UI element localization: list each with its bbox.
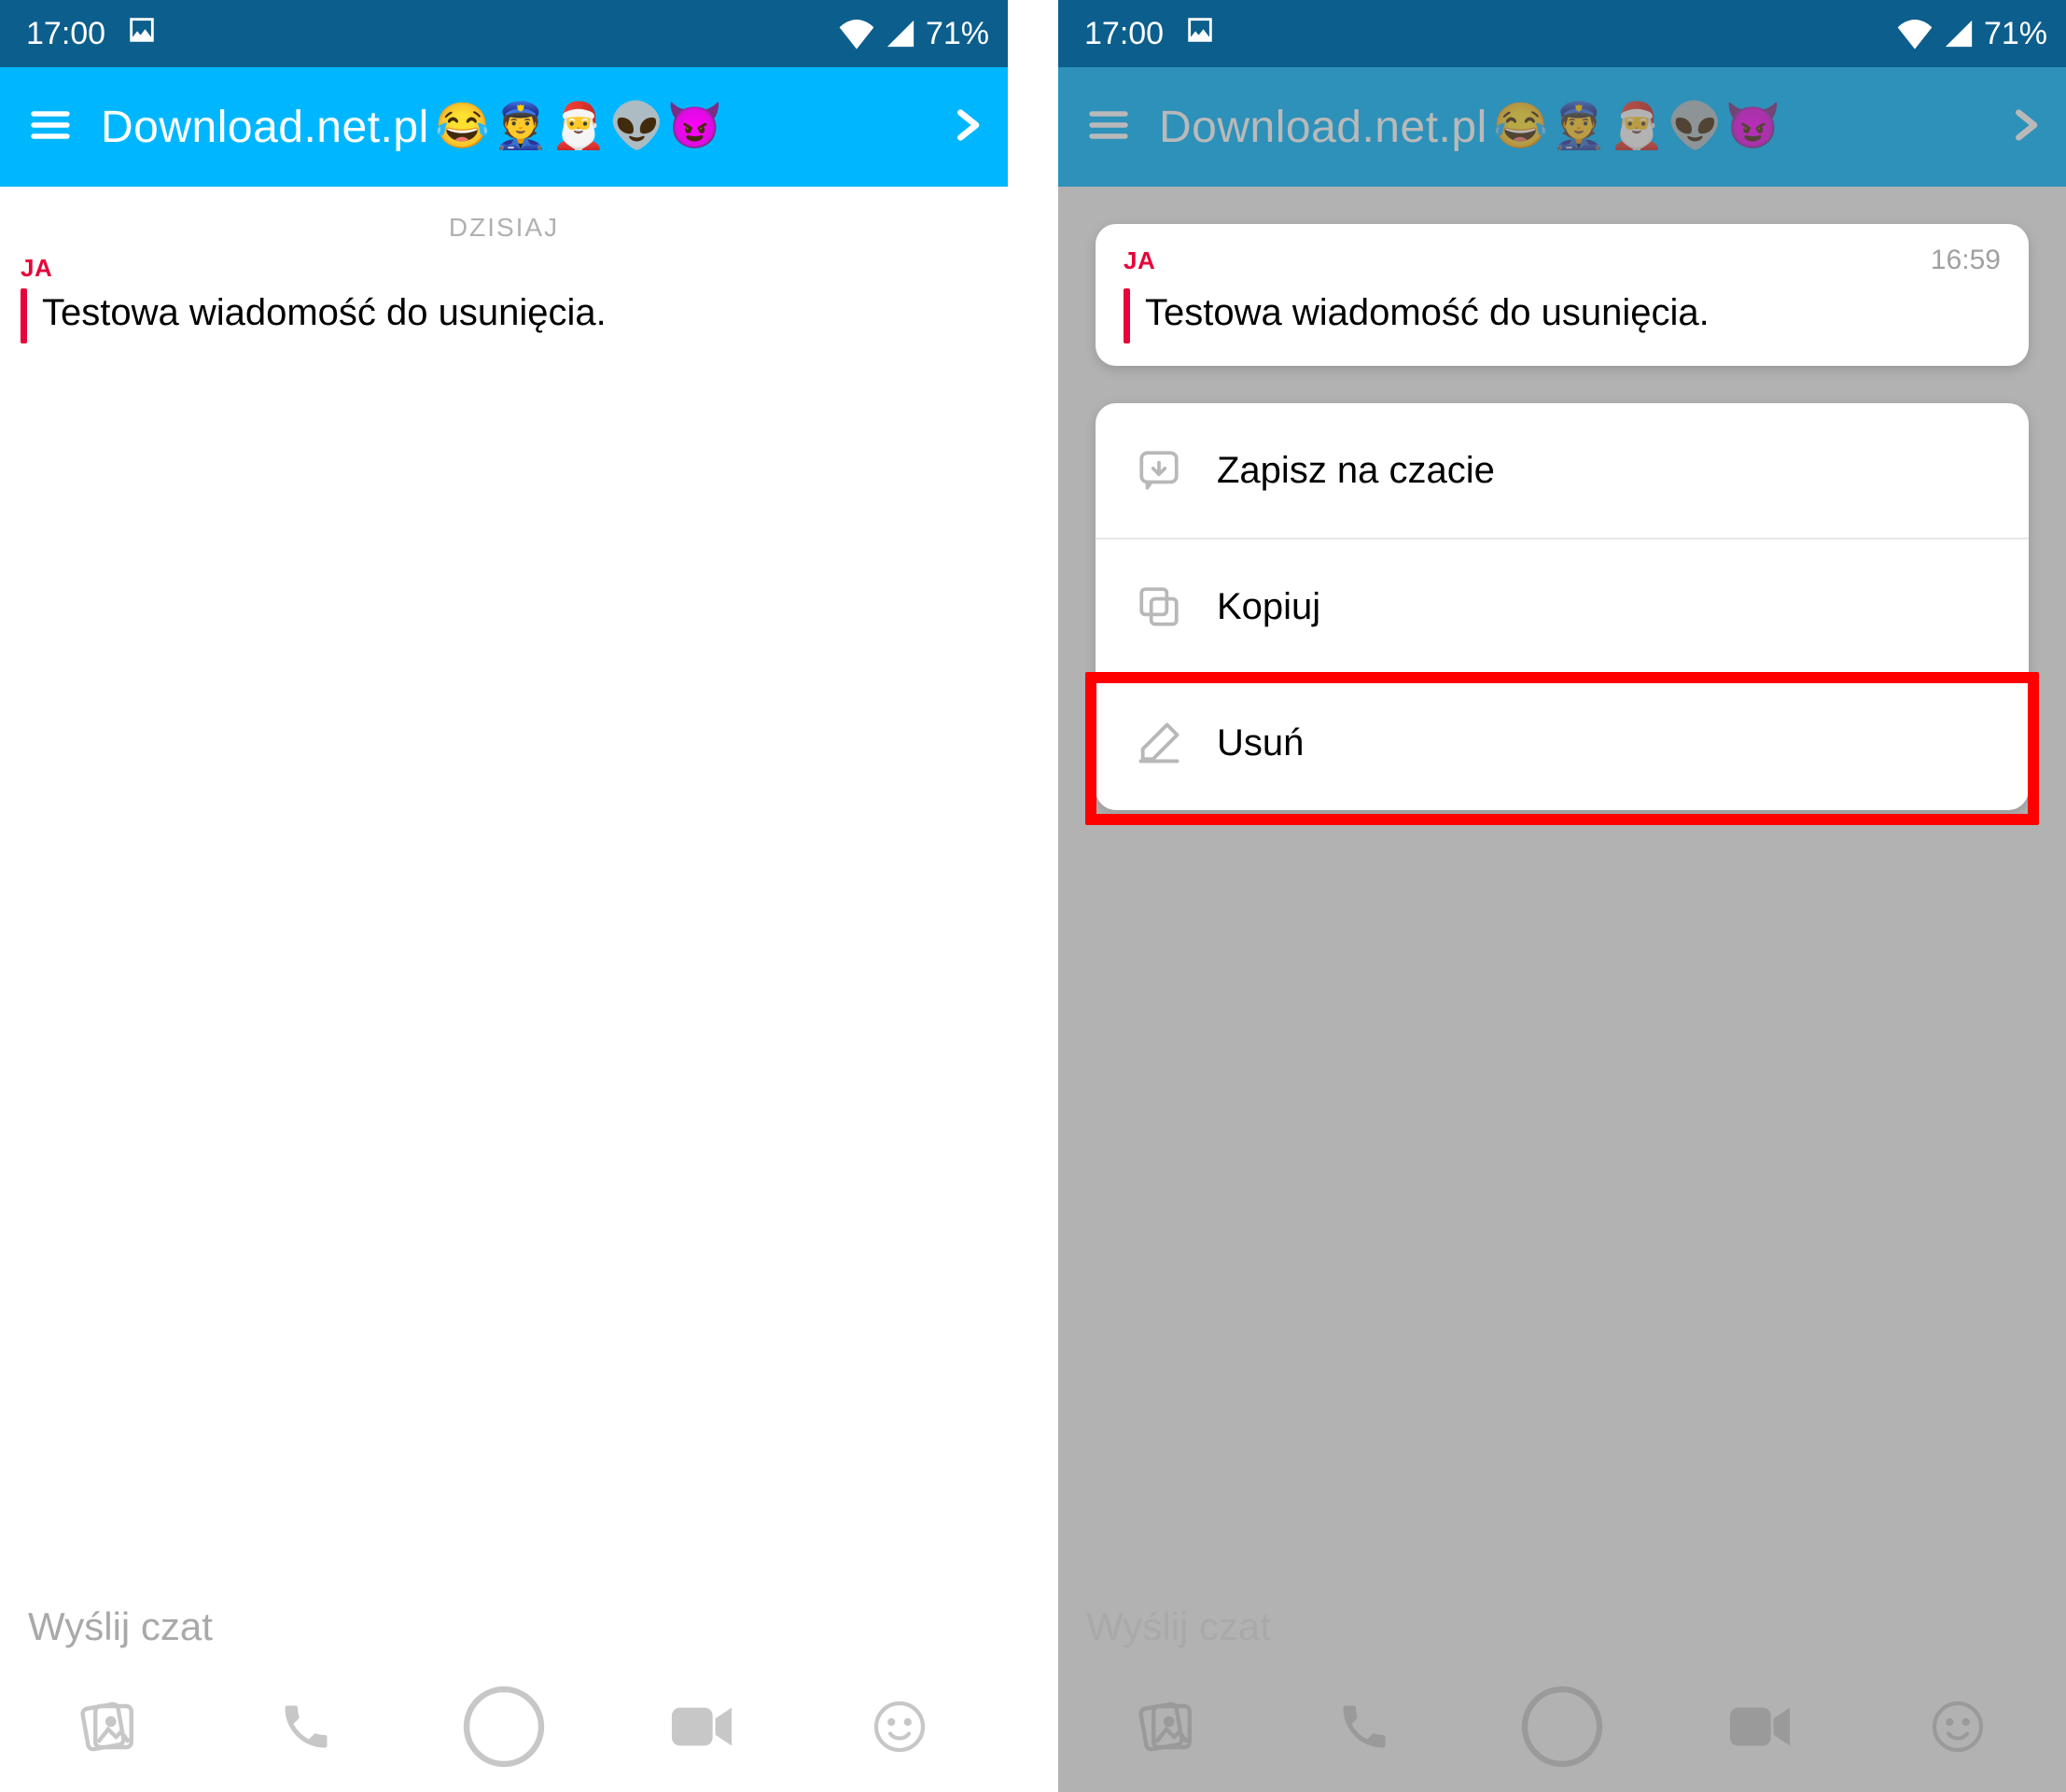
phone-call-icon[interactable] [255,1685,357,1769]
save-chat-icon [1133,444,1185,497]
message-text: Testowa wiadomość do usunięcia. [42,288,607,343]
message-accent-bar [21,288,27,343]
date-divider: DZISIAJ [0,213,1008,243]
bottom-actions [0,1671,1008,1792]
chat-title[interactable]: Download.net.pl 😂 👮 🎅 👽 😈 [101,102,920,153]
menu-item-copy[interactable]: Kopiuj [1096,538,2029,674]
chat-title-text: Download.net.pl [1159,102,1487,153]
chat-scroll[interactable]: DZISIAJ JA Testowa wiadomość do usunięci… [0,187,1008,1583]
smiley-icon[interactable] [848,1685,951,1769]
gallery-icon[interactable] [57,1685,160,1769]
phone-left: 17:00 71% Download.net.pl 😂 👮 🎅 � [0,0,1008,1792]
hamburger-icon[interactable] [1086,103,1131,152]
menu-item-delete[interactable]: Usuń [1096,674,2029,810]
status-time: 17:00 [1084,16,1164,52]
eraser-icon [1133,717,1185,769]
chevron-right-icon[interactable] [2006,103,2044,152]
phone-call-icon [1313,1685,1416,1769]
status-left: 17:00 [26,14,158,54]
status-right: 71% [838,16,989,52]
gallery-icon [1115,1685,1218,1769]
menu-item-label: Zapisz na czacie [1217,450,1495,492]
message-text: Testowa wiadomość do usunięcia. [1145,288,1710,343]
composer-placeholder: Wyślij czat [28,1604,213,1649]
battery-text: 71% [926,16,989,52]
phone-right: 17:00 71% Download.net.pl 😂 👮 🎅 � [1058,0,2066,1792]
wifi-icon [1896,18,1933,49]
message-sender: JA [1124,246,1155,275]
message-context-menu: Zapisz na czacie Kopiuj Usuń [1096,403,2029,810]
wifi-icon [838,18,875,49]
message-timestamp: 16:59 [1931,245,2001,276]
message-sender: JA [21,254,982,283]
chat-header: Download.net.pl 😂 👮 🎅 👽 😈 [1058,67,2066,187]
chevron-right-icon[interactable] [948,103,985,152]
message[interactable]: JA Testowa wiadomość do usunięcia. [0,254,1008,343]
composer-placeholder: Wyślij czat [1086,1604,1271,1649]
picture-icon [126,14,158,54]
chat-title[interactable]: Download.net.pl 😂 👮 🎅 👽 😈 [1159,102,1978,153]
chat-title-emoji: 😂 👮 🎅 👽 😈 [435,105,723,149]
picture-icon [1184,14,1216,54]
menu-item-label: Kopiuj [1217,586,1320,628]
battery-text: 71% [1984,16,2047,52]
chat-title-emoji: 😂 👮 🎅 👽 😈 [1493,105,1781,149]
chat-header: Download.net.pl 😂 👮 🎅 👽 😈 [0,67,1008,187]
menu-item-save[interactable]: Zapisz na czacie [1096,403,2029,538]
status-time: 17:00 [26,16,105,52]
composer: Wyślij czat [1058,1583,2066,1671]
hamburger-icon[interactable] [28,103,73,152]
message-accent-bar [1124,288,1130,343]
camera-shutter-icon[interactable] [453,1685,555,1769]
signal-icon [885,18,916,49]
status-left: 17:00 [1084,14,1216,54]
chat-body: DZISIAJ JA Testowa wiadomość do usunięci… [0,187,1008,1792]
chat-title-text: Download.net.pl [101,102,429,153]
status-bar: 17:00 71% [0,0,1008,67]
copy-icon [1133,581,1185,633]
signal-icon [1943,18,1975,49]
bottom-actions [1058,1671,2066,1792]
selected-message-card: JA 16:59 Testowa wiadomość do usunięcia. [1096,224,2029,366]
status-bar: 17:00 71% [1058,0,2066,67]
camera-shutter-icon [1511,1685,1613,1769]
video-icon[interactable] [650,1685,753,1769]
smiley-icon [1906,1685,2009,1769]
composer[interactable]: Wyślij czat [0,1583,1008,1671]
video-icon [1709,1685,1811,1769]
menu-item-label: Usuń [1217,722,1304,764]
status-right: 71% [1896,16,2047,52]
